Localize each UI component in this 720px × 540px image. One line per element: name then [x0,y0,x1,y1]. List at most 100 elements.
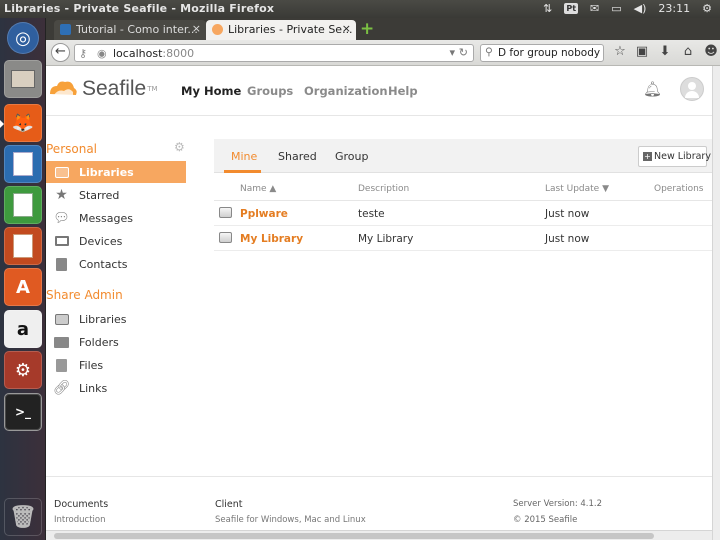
clock[interactable]: 23:11 [658,2,690,15]
mail-icon[interactable]: ✉ [590,2,599,15]
nav-groups[interactable]: Groups [247,84,293,98]
sidebar-item-contacts[interactable]: Contacts [46,253,186,275]
settings-gear-icon[interactable]: ⚙ [702,2,712,15]
dropdown-arrow-icon[interactable]: ▾ [449,46,455,59]
browser-tab-strip: Tutorial - Como inter... × Libraries - P… [46,18,720,40]
sidebar-item-label: Starred [79,189,120,202]
calc-icon[interactable] [4,186,42,224]
system-top-bar: Libraries - Private Seafile - Mozilla Fi… [0,0,720,18]
library-name-link[interactable]: Pplware [240,208,288,220]
footer-client-heading: Client [215,499,243,510]
sidebar-item-folders[interactable]: Folders [46,331,186,353]
reading-list-icon[interactable]: ▣ [633,44,651,59]
search-bar[interactable]: ⚲ D for group nobody [480,44,604,62]
nav-help[interactable]: Help [388,84,418,98]
sidebar-item-libraries[interactable]: Libraries [46,161,186,183]
system-settings-icon[interactable]: ⚙ [4,351,42,389]
files-manager-icon[interactable] [4,60,42,98]
contacts-icon [54,257,69,271]
url-port: :8000 [162,47,195,60]
table-row[interactable]: My Library My Library Just now [214,226,712,251]
url-bar[interactable]: ⚷ ◉ localhost:8000 ▾ ↻ [74,44,474,62]
tab-label: Tutorial - Como inter... [76,23,198,36]
tab-shared[interactable]: Shared [278,150,317,163]
chat-icon[interactable]: ☻ [702,44,720,59]
library-last-update: Just now [545,233,590,245]
new-tab-plus-icon[interactable]: + [360,19,374,39]
footer-copyright: © 2015 Seafile [513,515,578,525]
keyboard-layout-indicator[interactable]: Pt [564,3,579,14]
home-icon[interactable]: ⌂ [679,44,697,59]
sidebar-item-messages[interactable]: 💬︎ Messages [46,207,186,229]
seafile-favicon-icon [212,24,223,35]
link-icon: 🔗︎ [52,380,71,396]
nav-organization[interactable]: Organization [304,84,388,98]
footer-client-link[interactable]: Seafile for Windows, Mac and Linux [215,515,366,525]
sidebar-item-files[interactable]: Files [46,354,186,376]
seafile-logo[interactable]: Seafile TM [48,77,158,101]
active-tab-underline [224,170,261,173]
tab-mine[interactable]: Mine [231,150,257,163]
folder-icon [54,335,69,349]
download-icon[interactable]: ⬇ [656,44,674,59]
software-center-icon[interactable]: A [4,268,42,306]
launcher: ◎ 🦊 A a ⚙ >_ 🗑 [0,18,46,540]
search-value: D for group nobody [498,47,601,59]
library-description: teste [358,208,385,220]
tab-libraries[interactable]: Libraries - Private Se... × [206,20,356,40]
column-header-description: Description [358,184,410,194]
browser-nav-bar: ← ⚷ ◉ localhost:8000 ▾ ↻ ⚲ D for group n… [46,40,720,66]
writer-icon[interactable] [4,145,42,183]
column-header-name[interactable]: Name ▲ [240,184,276,194]
volume-icon[interactable]: ◀) [634,2,647,15]
trash-icon[interactable]: 🗑 [4,498,42,536]
amazon-icon[interactable]: a [4,310,42,348]
pplware-favicon-icon [60,24,71,35]
dash-ubuntu-icon[interactable]: ◎ [7,22,39,54]
monitor-icon [54,234,69,248]
notification-bell-icon[interactable]: 🔔︎ [643,80,662,98]
library-icon [219,207,232,218]
horizontal-scrollbar[interactable] [46,530,712,540]
impress-icon[interactable] [4,227,42,265]
sidebar-share-admin-heading: Share Admin [46,288,123,302]
bookmark-star-icon[interactable]: ☆ [611,44,629,59]
site-header: Seafile TM My Home Groups Organization He… [46,66,712,116]
window-title: Libraries - Private Seafile - Mozilla Fi… [4,2,275,15]
sidebar-item-label: Folders [79,336,119,349]
firefox-icon[interactable]: 🦊 [0,104,42,142]
terminal-icon[interactable]: >_ [4,393,42,431]
sidebar-item-label: Messages [79,212,133,225]
tab-tutorial[interactable]: Tutorial - Como inter... × [54,20,206,40]
footer-server-version: Server Version: 4.1.2 [513,499,603,509]
footer-introduction-link[interactable]: Introduction [54,515,105,525]
network-arrows-icon[interactable]: ⇅ [543,2,552,15]
sidebar-item-share-libraries[interactable]: Libraries [46,308,186,330]
new-library-button[interactable]: + New Library [638,146,711,167]
column-header-last-update[interactable]: Last Update ▼ [545,184,609,194]
tab-close-icon[interactable]: × [342,22,351,35]
reload-icon[interactable]: ↻ [459,46,468,59]
back-arrow-icon[interactable]: ← [51,43,70,62]
seafile-logo-icon [50,81,77,96]
table-row[interactable]: Pplware teste Just now [214,201,712,226]
library-name-link[interactable]: My Library [240,233,303,245]
sidebar-item-links[interactable]: 🔗︎ Links [46,377,186,399]
new-library-label: New Library [654,151,711,162]
settings-gear-icon[interactable]: ⚙ [174,140,185,154]
scrollbar-thumb[interactable] [54,533,654,539]
tab-group[interactable]: Group [335,150,369,163]
sidebar-item-label: Devices [79,235,123,248]
battery-icon[interactable]: ▭ [611,2,621,15]
tab-close-icon[interactable]: × [192,22,201,35]
tab-label: Libraries - Private Se... [228,23,353,36]
file-icon [54,358,69,372]
sidebar-item-devices[interactable]: Devices [46,230,186,252]
url-host: localhost [113,47,163,60]
vertical-scrollbar[interactable] [712,66,720,540]
seafile-page: Seafile TM My Home Groups Organization He… [46,66,712,540]
nav-my-home[interactable]: My Home [181,84,241,98]
sidebar-item-starred[interactable]: ★ Starred [46,184,186,206]
libraries-icon [54,165,69,179]
avatar[interactable] [680,77,704,101]
